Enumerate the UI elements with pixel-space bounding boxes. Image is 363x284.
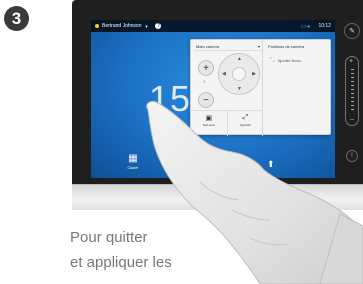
- mute-microphone-icon[interactable]: ✎: [344, 23, 360, 39]
- caption-line-2: et appliquer les: [70, 254, 172, 271]
- camera-select-value: Main camera: [196, 44, 220, 49]
- magnifier-icon: ⌕: [203, 79, 206, 85]
- step-number-badge: 3: [4, 6, 29, 31]
- keypad-label: Clavier: [127, 166, 139, 170]
- camera-indicator-icon[interactable]: ▭◂: [301, 23, 310, 30]
- add-preset-button[interactable]: ⌜⌟ Ajouter Nouv.: [264, 53, 332, 67]
- clock: 10:12: [318, 23, 331, 29]
- help-icon[interactable]: ?: [155, 23, 162, 29]
- call-status-icon: [95, 24, 99, 28]
- instruction-caption: Pour quitter et appliquer les: [70, 225, 172, 275]
- camera-select[interactable]: Main camera ▾: [194, 43, 262, 51]
- volume-up-icon[interactable]: +: [349, 58, 353, 65]
- pan-tilt-dpad[interactable]: ▲ ▼ ◀ ▶: [218, 53, 260, 95]
- arrow-up-icon[interactable]: ▲: [237, 56, 242, 62]
- presets-title: Positions de caméra: [268, 44, 305, 49]
- zoom-in-button[interactable]: +: [198, 60, 214, 76]
- add-preset-label: Ajouter Nouv.: [277, 57, 302, 63]
- keypad-icon: ▦: [128, 153, 138, 164]
- chevron-down-icon[interactable]: ▼: [144, 24, 148, 29]
- chevron-down-icon: ▾: [257, 44, 260, 49]
- caption-line-1: Pour quitter: [70, 229, 148, 246]
- status-bar: Bertrand Johnson ▼ ? ▭◂ 10:12: [91, 20, 335, 32]
- add-preset-icon: ⌜⌟: [270, 57, 275, 63]
- arrow-down-icon[interactable]: ▼: [237, 86, 242, 92]
- pointing-hand-illustration: [146, 101, 363, 284]
- arrow-left-icon[interactable]: ◀: [222, 71, 226, 77]
- dpad-center: [232, 67, 246, 81]
- arrow-right-icon[interactable]: ▶: [252, 71, 256, 77]
- caller-name[interactable]: Bertrand Johnson: [102, 23, 141, 29]
